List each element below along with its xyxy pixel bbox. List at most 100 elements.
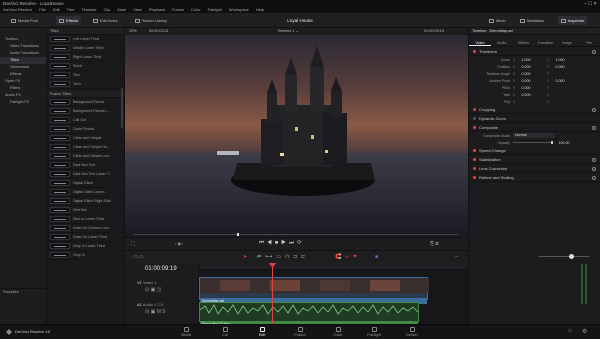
section-stabilization[interactable]: Stabilization: [469, 155, 600, 164]
param-x-value[interactable]: 0.000: [517, 86, 535, 90]
param-y-value[interactable]: 0.000: [551, 65, 569, 69]
zoom-slider[interactable]: [539, 256, 589, 257]
zoom-level[interactable]: 29%: [129, 28, 137, 35]
snapping-linking-tools[interactable]: 🧲∞⚑: [335, 254, 361, 260]
fusion-title-item[interactable]: Draw On Corners Low...: [47, 224, 124, 233]
tab-file[interactable]: File: [578, 35, 600, 46]
enable-dot-icon[interactable]: [473, 158, 476, 161]
fusion-title-item[interactable]: Dark Box Text Lower T...: [47, 170, 124, 179]
opacity-slider[interactable]: [513, 141, 553, 144]
param-x-value[interactable]: 0.000: [517, 93, 535, 97]
settings-gear-icon[interactable]: ⚙: [582, 328, 587, 335]
title-item[interactable]: Left Lower Third: [47, 35, 124, 44]
titles-scrollbar[interactable]: [121, 88, 123, 128]
fusion-title-item[interactable]: Digital Glitch: [47, 179, 124, 188]
sidebar-item-toolbox[interactable]: Toolbox: [0, 36, 46, 43]
section-cropping[interactable]: Cropping: [469, 105, 600, 114]
zoom-slider-handle[interactable]: [569, 254, 574, 259]
reset-icon[interactable]: [592, 125, 596, 130]
page-deliver[interactable]: Deliver: [400, 327, 424, 339]
param-y-value[interactable]: 0.000: [551, 79, 569, 83]
fusion-title-item[interactable]: Drop In Lower Third: [47, 242, 124, 251]
zoom-minus-icon[interactable]: −: [455, 254, 458, 260]
fusion-title-item[interactable]: Call Out: [47, 116, 124, 125]
sidebar-item-fairlight-fx[interactable]: Fairlight FX: [0, 99, 46, 106]
audio-track-controls[interactable]: ⊟ ▣ M S: [145, 309, 166, 315]
section-retime-scaling[interactable]: Retime and Scaling: [469, 173, 600, 182]
window-controls[interactable]: ─ ☐ ✕: [584, 0, 598, 7]
fusion-title-item[interactable]: Dive Bar: [47, 206, 124, 215]
page-color[interactable]: Color: [326, 327, 350, 339]
page-fusion[interactable]: Fusion: [288, 327, 312, 339]
metadata-button[interactable]: Metadata: [517, 16, 547, 25]
section-speed-change[interactable]: Speed Change: [469, 146, 600, 155]
fusion-title-item[interactable]: Clean and Simple Low...: [47, 152, 124, 161]
reset-icon[interactable]: [592, 175, 596, 180]
flag-icon[interactable]: ■: [375, 254, 378, 260]
fusion-title-item[interactable]: Draw On Lower Third: [47, 233, 124, 242]
opacity-value[interactable]: 100.00: [553, 141, 575, 145]
enable-dot-icon[interactable]: [473, 117, 476, 120]
section-dynamic-zoom[interactable]: Dynamic Zoom: [469, 114, 600, 123]
sidebar-item-filters[interactable]: Filters: [0, 85, 46, 92]
sidebar-item-audio-transitions[interactable]: Audio Transitions: [0, 50, 46, 57]
fusion-title-item[interactable]: Digital Glitch Lower...: [47, 188, 124, 197]
viewer-scrubber[interactable]: [133, 234, 458, 235]
sound-library-button[interactable]: Sound Library: [132, 16, 170, 25]
page-media[interactable]: Media: [174, 327, 198, 339]
transport-buttons[interactable]: ⏮◀■▶⏭⟳: [259, 240, 305, 247]
param-x-value[interactable]: 1.000: [517, 58, 535, 62]
fusion-title-item[interactable]: Dive In Lower Third: [47, 215, 124, 224]
enable-dot-icon[interactable]: [473, 50, 476, 53]
enable-dot-icon[interactable]: [473, 167, 476, 170]
layout-icon[interactable]: ▭ ▭: [133, 254, 144, 260]
section-composite[interactable]: Composite: [469, 123, 600, 132]
param-x-value[interactable]: 0.000: [517, 79, 535, 83]
tab-transition[interactable]: Transition: [534, 35, 556, 46]
sidebar-item-video-transitions[interactable]: Video Transitions: [0, 43, 46, 50]
video-track-controls[interactable]: ⊟ ▣ ◫: [145, 287, 161, 293]
tab-effects[interactable]: Effects: [513, 35, 535, 46]
fusion-title-item[interactable]: Drop In: [47, 251, 124, 260]
section-lens-correction[interactable]: Lens Correction: [469, 164, 600, 173]
selection-tool-icon[interactable]: ➤: [243, 254, 247, 260]
section-transform[interactable]: Transform: [469, 47, 600, 56]
title-item[interactable]: Scroll: [47, 62, 124, 71]
composite-mode-select[interactable]: Normal: [513, 133, 555, 138]
timeline-playhead[interactable]: [272, 263, 273, 324]
fusion-title-item[interactable]: Clean and Simple He...: [47, 143, 124, 152]
favorites-header[interactable]: Favorites: [0, 288, 46, 295]
edit-index-button[interactable]: Edit Index: [90, 16, 121, 25]
sidebar-item-audio-fx[interactable]: Audio FX: [0, 92, 46, 99]
fusion-title-item[interactable]: Clean and Simple: [47, 134, 124, 143]
mixer-button[interactable]: Mixer: [486, 16, 509, 25]
audio-clip[interactable]: Recording 23.flac: [199, 302, 419, 327]
enable-dot-icon[interactable]: [473, 176, 476, 179]
reset-icon[interactable]: [592, 107, 596, 112]
reset-icon[interactable]: [592, 49, 596, 54]
fullscreen-icon[interactable]: ⛶: [131, 241, 135, 247]
param-x-value[interactable]: 0.000: [517, 65, 535, 69]
title-item[interactable]: Text: [47, 71, 124, 80]
reset-icon[interactable]: [592, 157, 596, 162]
video-clip[interactable]: DemoMap.avi: [199, 277, 429, 304]
scrubber-playhead[interactable]: [237, 233, 239, 236]
fusion-title-item[interactable]: Dark Box Text: [47, 161, 124, 170]
page-cut[interactable]: Cut: [213, 327, 237, 339]
reset-icon[interactable]: [592, 166, 596, 171]
enable-dot-icon[interactable]: [473, 126, 476, 129]
fusion-title-item[interactable]: Circle Reveal: [47, 125, 124, 134]
timeline-viewer[interactable]: [125, 35, 468, 237]
page-edit[interactable]: Edit: [250, 327, 274, 339]
title-item[interactable]: Right Lower Third: [47, 53, 124, 62]
media-pool-button[interactable]: Media Pool: [8, 16, 41, 25]
edit-tools[interactable]: ⇄⟷▭⊓⊐⊏: [257, 254, 309, 260]
match-frame-icon[interactable]: ⎘ ⊠: [430, 241, 439, 247]
fusion-title-item[interactable]: Background Reveal L...: [47, 107, 124, 116]
inspector-button[interactable]: Inspector: [558, 16, 588, 25]
timeline-selector[interactable]: Timeline 1 ⌄: [277, 28, 299, 35]
param-x-value[interactable]: 0.000: [517, 72, 535, 76]
sidebar-item-generators[interactable]: Generators: [0, 64, 46, 71]
page-fairlight[interactable]: Fairlight: [362, 327, 386, 339]
sidebar-item-effects[interactable]: Effects: [0, 71, 46, 78]
